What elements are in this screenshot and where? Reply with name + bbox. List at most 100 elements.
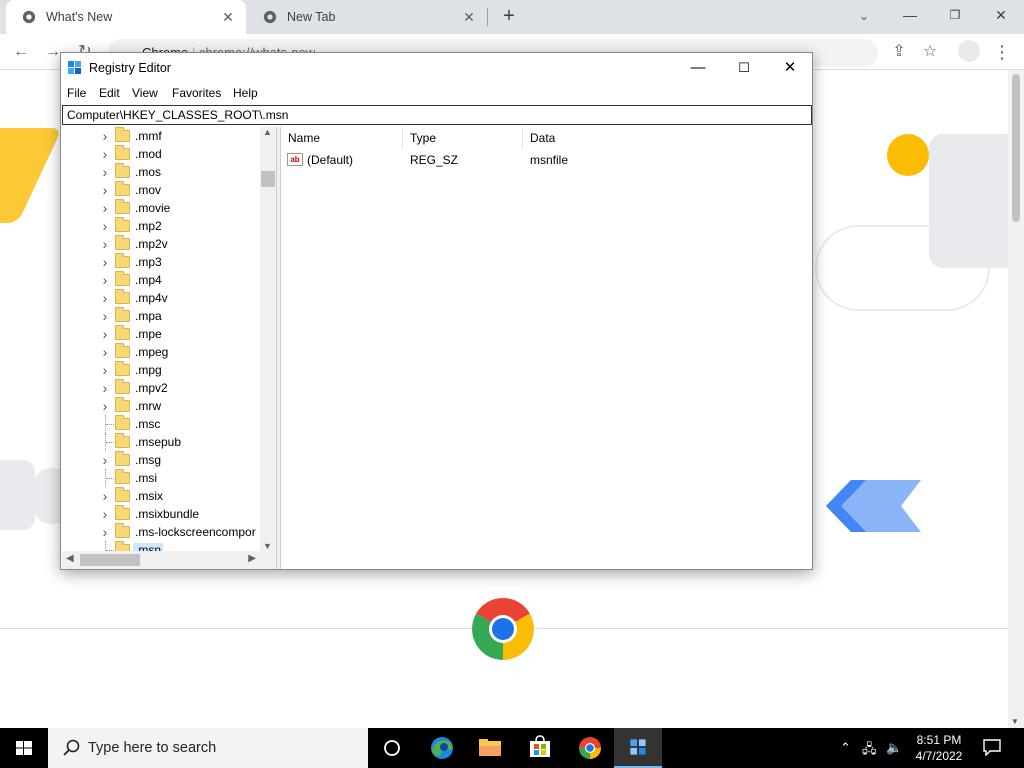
- edge-browser-icon[interactable]: [418, 728, 466, 768]
- tree-item[interactable]: › .mod: [62, 145, 260, 163]
- menu-edit[interactable]: Edit: [99, 86, 120, 100]
- taskbar-search-box[interactable]: Type here to search: [48, 728, 368, 768]
- column-header-name[interactable]: Name: [281, 127, 403, 149]
- tree-item-label: .mp2v: [135, 237, 168, 251]
- share-icon[interactable]: ⇪: [888, 41, 910, 63]
- tree-item[interactable]: › .mov: [62, 181, 260, 199]
- chrome-taskbar-icon[interactable]: [566, 728, 614, 768]
- expand-chevron-icon[interactable]: ›: [100, 451, 110, 469]
- task-view-icon[interactable]: [368, 728, 416, 768]
- scroll-left-arrow-icon[interactable]: ◀: [66, 553, 74, 564]
- scroll-up-arrow-icon[interactable]: ▲: [263, 127, 272, 137]
- tab-close-icon[interactable]: ✕: [220, 9, 236, 25]
- tree-item[interactable]: › .mp2: [62, 217, 260, 235]
- tab-close-icon[interactable]: ✕: [461, 9, 477, 25]
- show-hidden-icons-icon[interactable]: ⌃: [840, 740, 851, 756]
- expand-chevron-icon[interactable]: ›: [100, 361, 110, 379]
- tree-item[interactable]: › .mrw: [62, 397, 260, 415]
- menu-help[interactable]: Help: [233, 86, 258, 100]
- expand-chevron-icon[interactable]: ›: [100, 253, 110, 271]
- regedit-minimize-button[interactable]: —: [675, 53, 721, 83]
- expand-chevron-icon[interactable]: ›: [100, 181, 110, 199]
- tree-item[interactable]: › .mpe: [62, 325, 260, 343]
- tree-horizontal-scrollbar[interactable]: ◀ ▶: [62, 551, 260, 569]
- minimize-button[interactable]: —: [896, 4, 924, 26]
- regedit-titlebar[interactable]: Registry Editor — ☐ ✕: [61, 53, 812, 83]
- notification-center-icon[interactable]: [982, 738, 1002, 756]
- tab-whats-new[interactable]: What's New ✕: [6, 0, 246, 34]
- expand-chevron-icon[interactable]: ›: [100, 271, 110, 289]
- tree-item[interactable]: › .msix: [62, 487, 260, 505]
- expand-chevron-icon[interactable]: ›: [100, 487, 110, 505]
- tree-item[interactable]: › .msg: [62, 451, 260, 469]
- tree-item[interactable]: › .mpv2: [62, 379, 260, 397]
- tree-item[interactable]: › .mos: [62, 163, 260, 181]
- tree-item[interactable]: › .mpg: [62, 361, 260, 379]
- scroll-down-arrow-icon[interactable]: ▼: [1011, 717, 1019, 726]
- tree-item[interactable]: › .mp3: [62, 253, 260, 271]
- bookmark-star-icon[interactable]: ☆: [919, 41, 941, 63]
- network-icon[interactable]: 🖧: [862, 740, 877, 762]
- expand-chevron-icon[interactable]: ›: [100, 343, 110, 361]
- tree-hscrollbar-thumb[interactable]: [80, 554, 140, 566]
- tab-search-icon[interactable]: ⌄: [854, 6, 874, 26]
- expand-chevron-icon[interactable]: ›: [100, 307, 110, 325]
- new-tab-button[interactable]: +: [498, 6, 520, 28]
- taskbar-clock[interactable]: 8:51 PM 4/7/2022: [904, 732, 974, 764]
- windows-start-icon[interactable]: [0, 728, 48, 768]
- expand-chevron-icon[interactable]: ›: [100, 397, 110, 415]
- regedit-address-bar[interactable]: Computer\HKEY_CLASSES_ROOT\.msn: [62, 105, 812, 125]
- tree-vertical-scrollbar[interactable]: ▲ ▼: [260, 127, 276, 551]
- tab-new-tab[interactable]: New Tab ✕: [247, 0, 487, 34]
- tree-item[interactable]: › .mp4v: [62, 289, 260, 307]
- regedit-maximize-button[interactable]: ☐: [721, 53, 767, 83]
- close-button[interactable]: ✕: [987, 4, 1015, 26]
- menu-file[interactable]: File: [67, 86, 86, 100]
- tab-separator: [487, 8, 488, 26]
- tree-item[interactable]: › .mmf: [62, 127, 260, 145]
- expand-chevron-icon[interactable]: ›: [100, 163, 110, 181]
- registry-key-tree[interactable]: › .mmf › .mod › .mos › .mov › .movie › .mp2 › .mp2v ›.…: [62, 127, 276, 569]
- volume-icon[interactable]: 🔈: [886, 740, 902, 756]
- tree-item[interactable]: › .mpeg: [62, 343, 260, 361]
- regedit-close-button[interactable]: ✕: [767, 53, 813, 83]
- registry-values-list[interactable]: Name Type Data ab (Default) REG_SZ msnfi…: [280, 127, 811, 569]
- menu-view[interactable]: View: [132, 86, 158, 100]
- chrome-menu-icon[interactable]: ⋮: [991, 41, 1013, 63]
- page-scrollbar[interactable]: ▼: [1008, 70, 1024, 728]
- tree-item[interactable]: .msi: [62, 469, 260, 487]
- expand-chevron-icon[interactable]: ›: [100, 289, 110, 307]
- regedit-taskbar-icon[interactable]: [614, 728, 662, 768]
- scroll-down-arrow-icon[interactable]: ▼: [263, 541, 272, 551]
- expand-chevron-icon[interactable]: ›: [100, 127, 110, 145]
- tree-item[interactable]: › .mp2v: [62, 235, 260, 253]
- expand-chevron-icon[interactable]: ›: [100, 217, 110, 235]
- expand-chevron-icon[interactable]: ›: [100, 379, 110, 397]
- expand-chevron-icon[interactable]: ›: [100, 145, 110, 163]
- tree-item[interactable]: › .mp4: [62, 271, 260, 289]
- tree-item[interactable]: › .msixbundle: [62, 505, 260, 523]
- restore-button[interactable]: ❐: [941, 4, 969, 26]
- back-arrow-icon[interactable]: ←: [10, 41, 32, 63]
- file-explorer-icon[interactable]: [466, 728, 514, 768]
- registry-value-row[interactable]: ab (Default) REG_SZ msnfile: [281, 151, 812, 169]
- scroll-right-arrow-icon[interactable]: ▶: [248, 553, 256, 564]
- tree-item[interactable]: › .ms-lockscreencompor: [62, 523, 260, 541]
- expand-chevron-icon[interactable]: ›: [100, 505, 110, 523]
- expand-chevron-icon[interactable]: ›: [100, 235, 110, 253]
- tree-item[interactable]: › .movie: [62, 199, 260, 217]
- tree-item[interactable]: .msepub: [62, 433, 260, 451]
- profile-avatar-icon[interactable]: [958, 40, 980, 62]
- expand-chevron-icon[interactable]: ›: [100, 199, 110, 217]
- tree-scrollbar-thumb[interactable]: [261, 171, 275, 187]
- tree-item-label: .mos: [135, 165, 162, 179]
- expand-chevron-icon[interactable]: ›: [100, 523, 110, 541]
- tree-item[interactable]: › .mpa: [62, 307, 260, 325]
- page-scrollbar-thumb[interactable]: [1012, 74, 1020, 222]
- microsoft-store-icon[interactable]: [516, 728, 564, 768]
- menu-favorites[interactable]: Favorites: [172, 86, 221, 100]
- column-header-type[interactable]: Type: [403, 127, 523, 149]
- column-header-data[interactable]: Data: [523, 127, 812, 149]
- expand-chevron-icon[interactable]: ›: [100, 325, 110, 343]
- tree-item[interactable]: .msc: [62, 415, 260, 433]
